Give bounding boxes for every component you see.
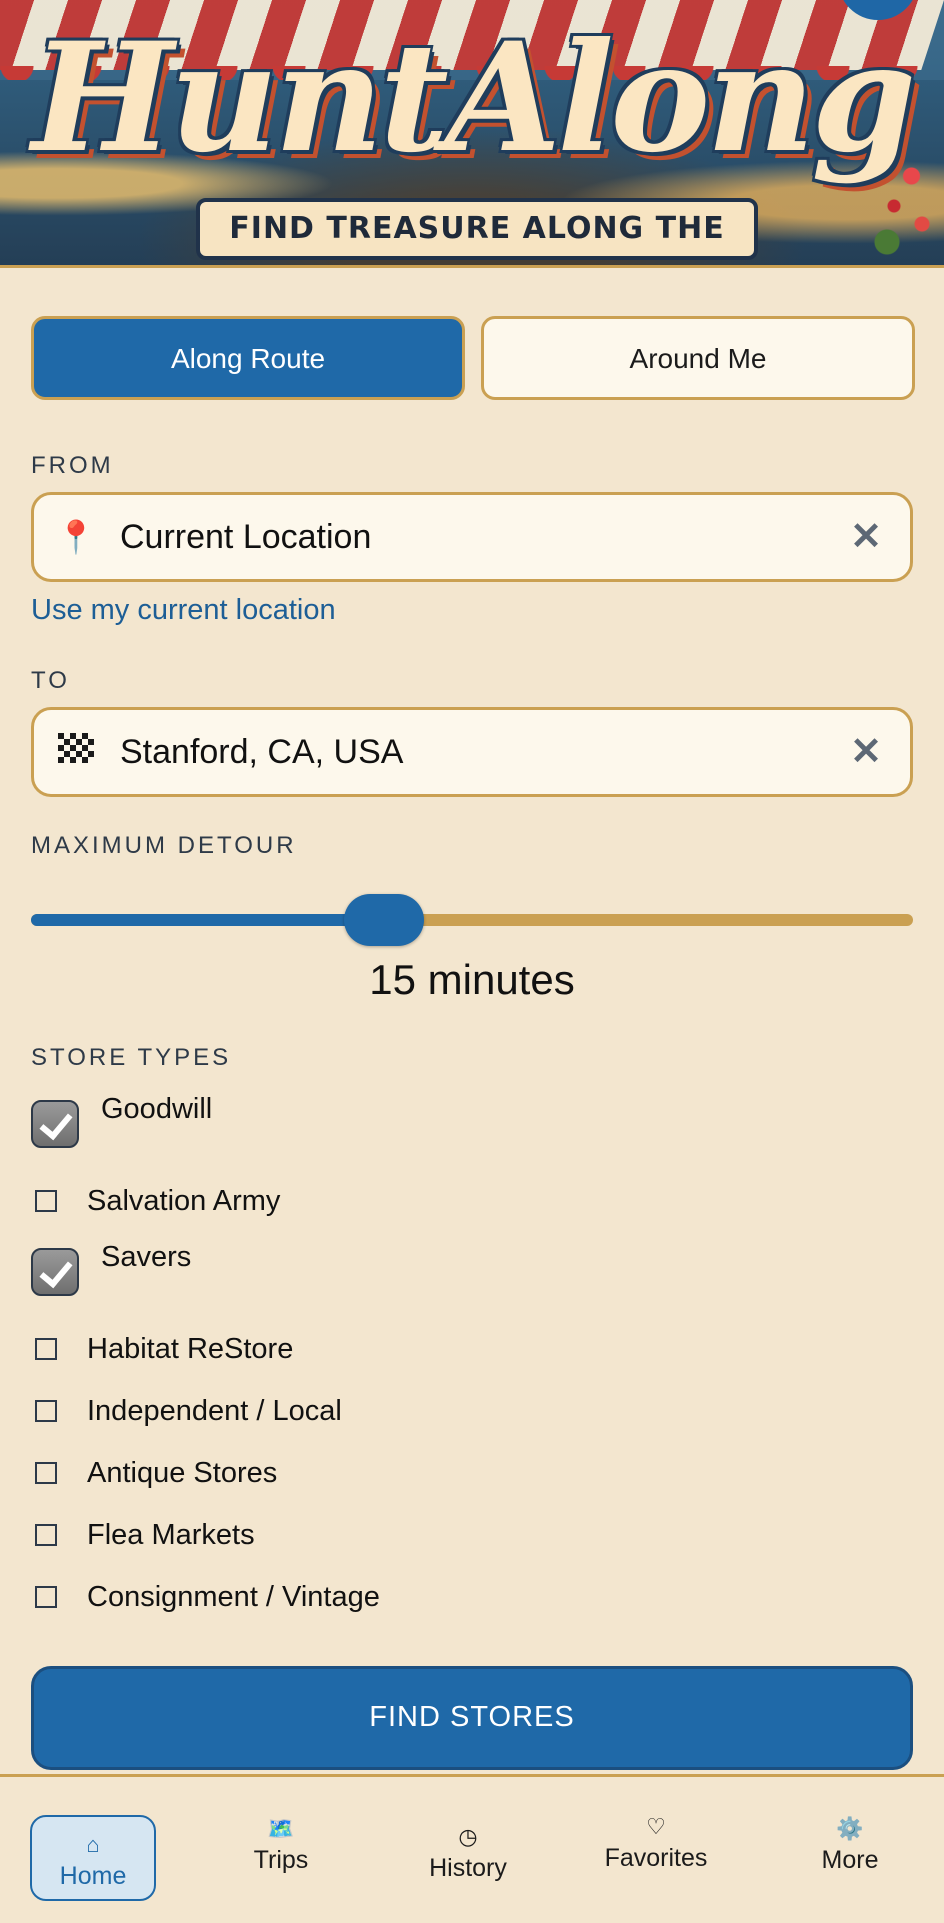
along-route-button[interactable]: Along Route (31, 316, 465, 400)
nav-label: Home (59, 1862, 127, 1890)
heart-icon: ♡ (646, 1814, 666, 1839)
header-banner: HuntAlong FIND TREASURE ALONG THE WAY. (0, 0, 944, 268)
around-me-button[interactable]: Around Me (481, 316, 915, 400)
detour-value: 15 minutes (369, 956, 575, 1003)
checkered-flag-icon (56, 732, 96, 772)
find-stores-button[interactable]: FIND STORES (31, 1666, 913, 1770)
nav-item-more[interactable]: ⚙️ More (787, 1815, 913, 1901)
clock-icon: ◷ (458, 1824, 478, 1849)
nav-label: Favorites (604, 1844, 708, 1872)
nav-item-history[interactable]: ◷ History (405, 1815, 531, 1901)
map-icon: 🗺️ (267, 1816, 295, 1841)
checkbox-checked-icon[interactable] (31, 1100, 79, 1148)
store-type-label[interactable]: Flea Markets (87, 1514, 255, 1556)
nav-label: History (429, 1854, 507, 1882)
slider-fill (31, 914, 384, 926)
app-logo-title: HuntAlong (31, 10, 916, 186)
clear-from-button[interactable]: ✕ (844, 515, 888, 559)
from-field[interactable]: 📍 Current Location ✕ (31, 492, 913, 582)
store-type-label[interactable]: Consignment / Vintage (87, 1576, 380, 1618)
store-type-label[interactable]: Goodwill (101, 1088, 212, 1130)
checkbox-unchecked-icon[interactable] (35, 1400, 57, 1422)
nav-item-home[interactable]: ⌂ Home (30, 1815, 156, 1901)
max-detour-label: MAXIMUM DETOUR (31, 832, 297, 859)
checkbox-unchecked-icon[interactable] (35, 1190, 57, 1212)
checkbox-unchecked-icon[interactable] (35, 1524, 57, 1546)
checkbox-unchecked-icon[interactable] (35, 1462, 57, 1484)
nav-label: More (821, 1846, 879, 1874)
store-types-label: STORE TYPES (31, 1044, 232, 1071)
detour-slider[interactable] (31, 894, 913, 946)
pin-icon: 📍 (56, 519, 96, 555)
store-type-label[interactable]: Salvation Army (87, 1180, 280, 1222)
slider-thumb[interactable] (344, 894, 424, 946)
nav-item-favorites[interactable]: ♡ Favorites (593, 1814, 719, 1901)
to-label: TO (31, 667, 70, 694)
store-type-label[interactable]: Savers (101, 1236, 191, 1278)
gear-icon: ⚙️ (836, 1816, 864, 1841)
store-type-label[interactable]: Habitat ReStore (87, 1328, 293, 1370)
to-value[interactable]: Stanford, CA, USA (120, 710, 403, 794)
checkbox-unchecked-icon[interactable] (35, 1586, 57, 1608)
checkbox-unchecked-icon[interactable] (35, 1338, 57, 1360)
mode-toggle: Along Route Around Me (31, 316, 915, 400)
app-logo-tagline: FIND TREASURE ALONG THE WAY. (196, 198, 758, 260)
nav-label: Trips (253, 1846, 309, 1874)
store-type-label[interactable]: Antique Stores (87, 1452, 277, 1494)
home-icon: ⌂ (86, 1832, 100, 1857)
to-field[interactable]: Stanford, CA, USA ✕ (31, 707, 913, 797)
checkbox-checked-icon[interactable] (31, 1248, 79, 1296)
store-type-label[interactable]: Independent / Local (87, 1390, 342, 1432)
clear-to-button[interactable]: ✕ (844, 730, 888, 774)
nav-item-trips[interactable]: 🗺️ Trips (218, 1815, 344, 1901)
from-value[interactable]: Current Location (120, 495, 371, 579)
bottom-nav: ⌂ Home 🗺️ Trips ◷ History ♡ Favorites ⚙️ More (0, 1774, 944, 1923)
from-label: FROM (31, 452, 114, 479)
use-current-location-link[interactable]: Use my current location (31, 594, 336, 627)
